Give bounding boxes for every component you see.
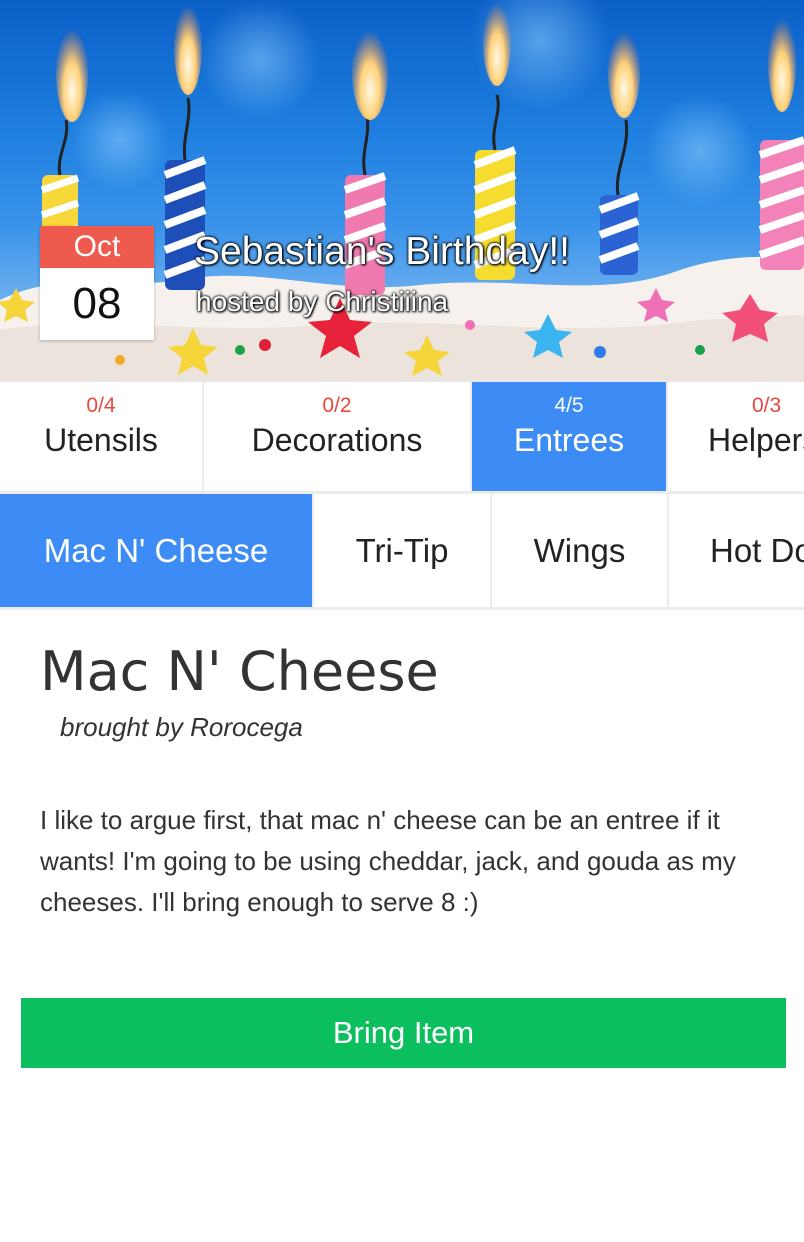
category-label: Utensils: [44, 422, 158, 458]
event-host: hosted by Christiiina: [196, 286, 449, 317]
item-tab-hot-dogs[interactable]: Hot Dogs: [669, 494, 804, 607]
category-count: 0/2: [322, 394, 352, 417]
event-date-badge: Oct 08: [40, 226, 154, 340]
event-header: Oct 08 Sebastian's Birthday!! hosted by …: [0, 0, 804, 380]
item-tab-mac-n-cheese[interactable]: Mac N' Cheese: [0, 494, 314, 607]
category-label: Helpers: [708, 422, 804, 458]
category-label: Decorations: [251, 422, 423, 458]
category-label: Entrees: [513, 422, 625, 458]
event-day: 08: [40, 268, 154, 340]
bring-item-button[interactable]: Bring Item: [21, 998, 786, 1068]
event-title: Sebastian's Birthday!!: [194, 230, 570, 273]
event-month: Oct: [40, 226, 154, 268]
category-tab-utensils[interactable]: 0/4 Utensils: [0, 382, 204, 491]
category-tab-bar: 0/4 Utensils 0/2 Decorations 4/5 Entrees…: [0, 380, 804, 494]
category-count: 0/3: [752, 394, 782, 417]
category-tab-helpers[interactable]: 0/3 Helpers: [668, 382, 804, 491]
category-count: 0/4: [86, 394, 116, 417]
category-tab-decorations[interactable]: 0/2 Decorations: [204, 382, 472, 491]
category-tab-entrees[interactable]: 4/5 Entrees: [472, 382, 668, 491]
item-brought-by: brought by Rorocega: [60, 712, 303, 742]
item-tab-tri-tip[interactable]: Tri-Tip: [314, 494, 492, 607]
category-count: 4/5: [554, 394, 584, 417]
item-tab-wings[interactable]: Wings: [492, 494, 669, 607]
item-tab-bar: Mac N' Cheese Tri-Tip Wings Hot Dogs: [0, 494, 804, 610]
item-title: Mac N' Cheese: [40, 640, 439, 703]
item-description: I like to argue first, that mac n' chees…: [40, 805, 736, 917]
